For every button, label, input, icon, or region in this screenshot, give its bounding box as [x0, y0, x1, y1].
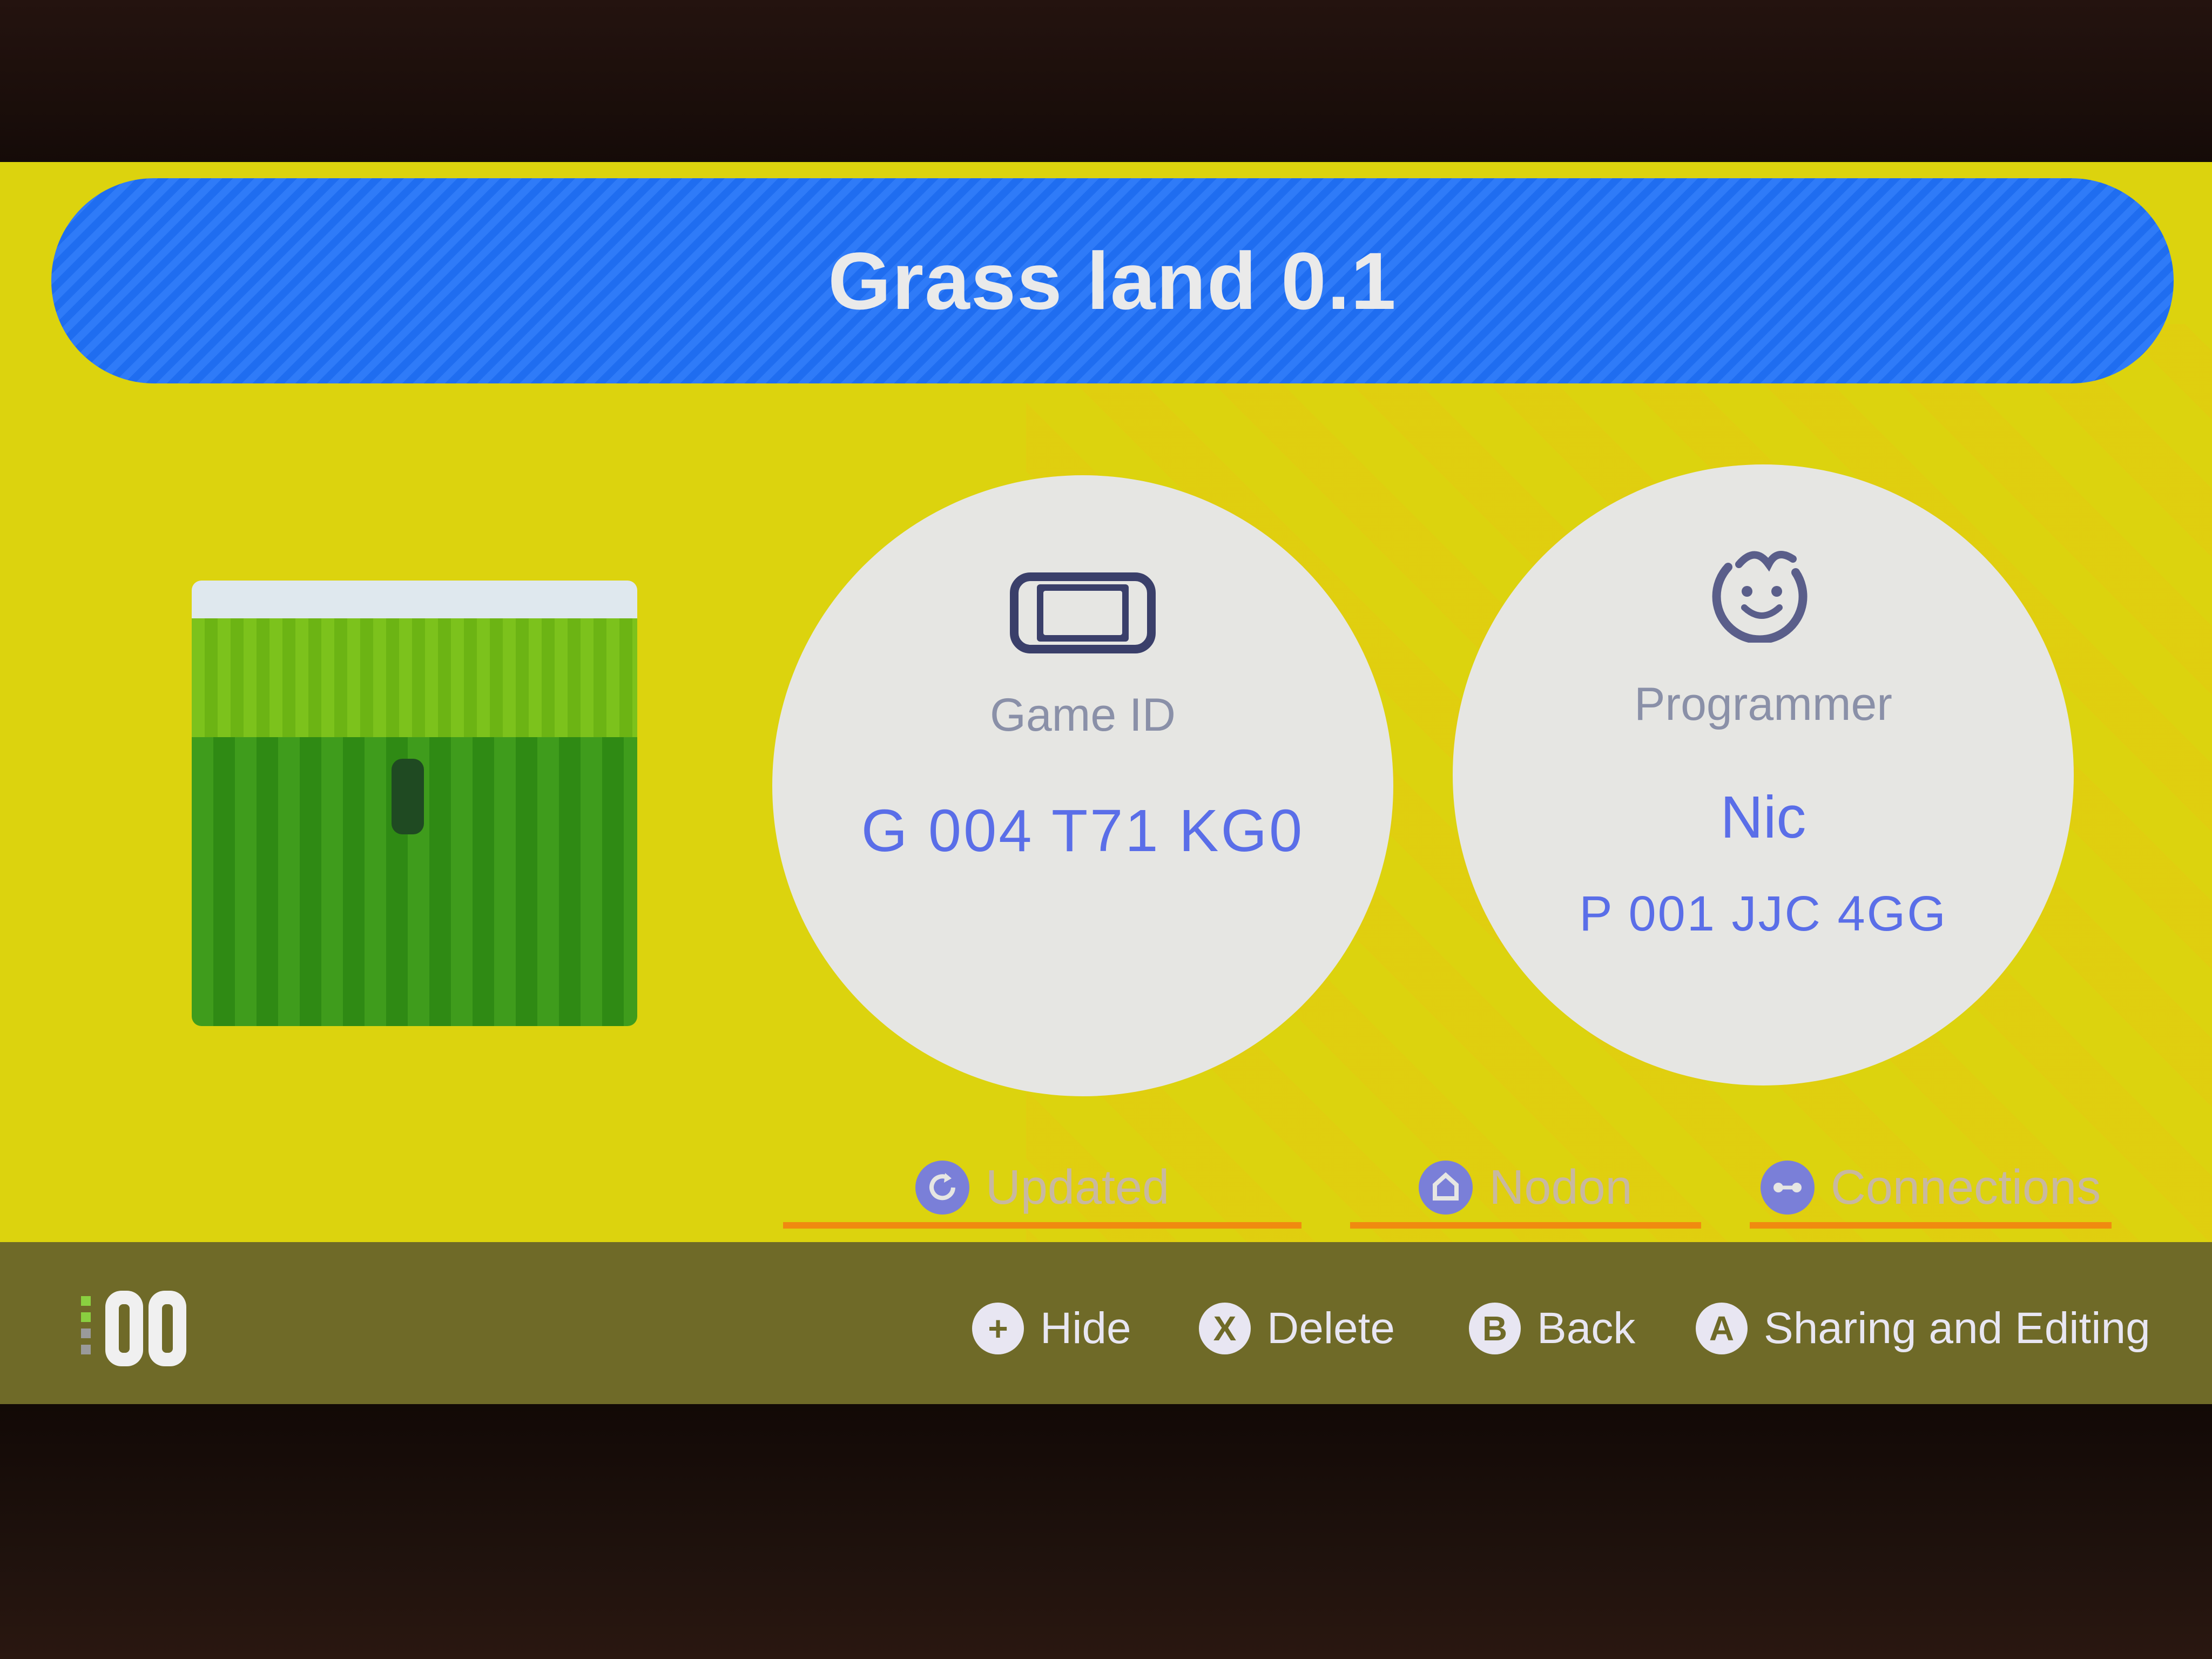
game-id-value: G 004 T71 KG0: [861, 798, 1305, 864]
back-button[interactable]: B Back: [1469, 1296, 1635, 1361]
tab-nodon-label: Nodon: [1489, 1160, 1633, 1215]
game-id-card: Game ID G 004 T71 KG0: [772, 475, 1393, 1096]
monitor-bezel-top: [0, 0, 2212, 162]
refresh-icon: [915, 1161, 969, 1215]
a-button-icon: A: [1696, 1303, 1748, 1354]
thumbnail-far-grass: [192, 618, 637, 737]
console-icon: [1010, 572, 1156, 653]
tab-nodon[interactable]: Nodon: [1350, 1153, 1701, 1229]
tab-updated-label: Updated: [985, 1160, 1170, 1215]
game-thumbnail: [192, 581, 637, 1026]
game-title: Grass land 0.1: [828, 235, 1397, 326]
programmer-name: Nic: [1720, 784, 1806, 851]
back-label: Back: [1537, 1304, 1636, 1353]
game-id-label: Game ID: [989, 689, 1176, 741]
programmer-label: Programmer: [1634, 678, 1892, 730]
sharing-and-editing-button[interactable]: A Sharing and Editing: [1696, 1296, 2150, 1361]
thumbnail-sky: [192, 581, 637, 618]
delete-label: Delete: [1267, 1304, 1395, 1353]
sharing-and-editing-label: Sharing and Editing: [1764, 1304, 2150, 1353]
thumbnail-character: [392, 759, 424, 834]
tab-updated[interactable]: Updated: [783, 1153, 1301, 1229]
programmer-card: Programmer Nic P 001 JJC 4GG: [1453, 464, 2074, 1085]
plus-button-icon: +: [972, 1303, 1024, 1354]
monitor-bezel-bottom: [0, 1404, 2212, 1659]
programmer-face-icon: [1712, 551, 1808, 643]
game-detail-screen: Grass land 0.1 Game ID G 004 T71 KG0 Pro…: [0, 162, 2212, 1404]
nodon-icon: [1419, 1161, 1473, 1215]
joycon-controller-icon: [81, 1291, 186, 1366]
tab-connections[interactable]: Connections: [1750, 1153, 2112, 1229]
programmer-id: P 001 JJC 4GG: [1579, 886, 1947, 941]
delete-button[interactable]: X Delete: [1199, 1296, 1395, 1361]
title-banner: Grass land 0.1: [51, 178, 2174, 383]
hide-label: Hide: [1040, 1304, 1131, 1353]
x-button-icon: X: [1199, 1303, 1251, 1354]
b-button-icon: B: [1469, 1303, 1521, 1354]
connections-icon: [1760, 1161, 1815, 1215]
tab-connections-label: Connections: [1830, 1160, 2101, 1215]
footer-bar: + Hide X Delete B Back A Sharing and Edi…: [0, 1242, 2212, 1404]
hide-button[interactable]: + Hide: [972, 1296, 1131, 1361]
